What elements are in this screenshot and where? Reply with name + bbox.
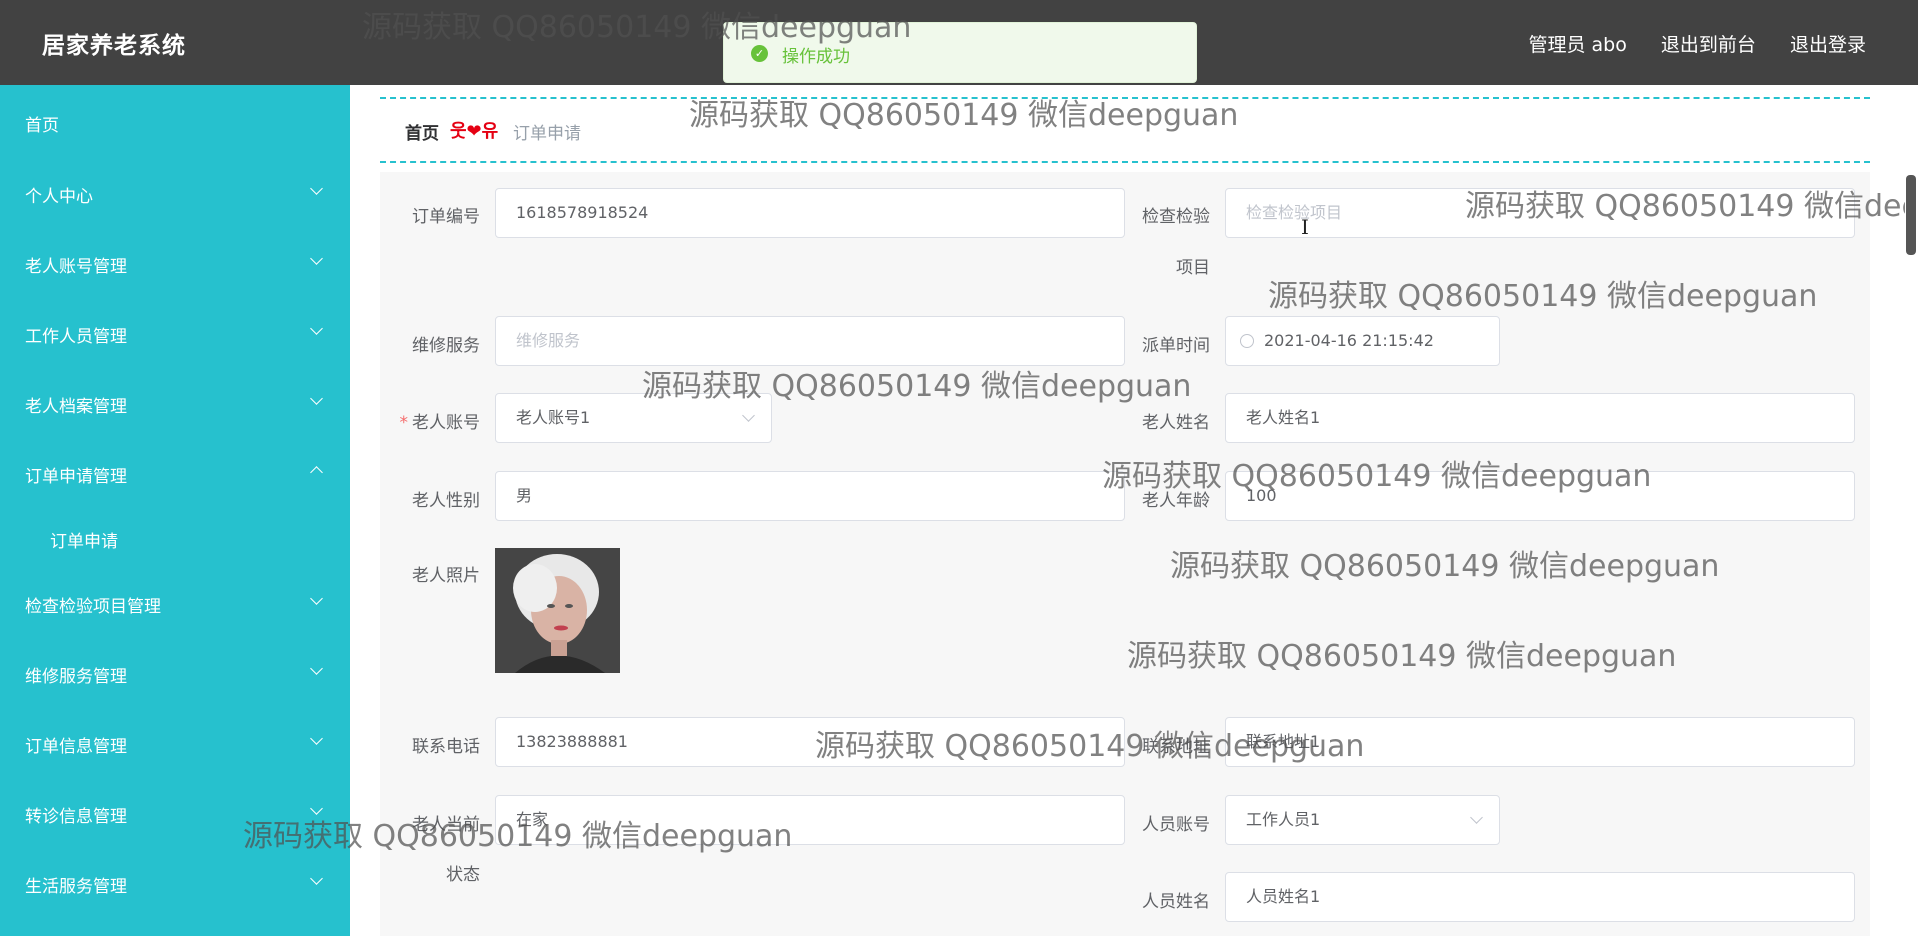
elder-name-label: 老人姓名 bbox=[1142, 413, 1210, 433]
sidebar-item-elder-accounts[interactable]: 老人账号管理 bbox=[25, 252, 127, 277]
sidebar-item-referral-info[interactable]: 转诊信息管理 bbox=[25, 802, 127, 827]
chevron-up-icon bbox=[310, 466, 323, 479]
elder-gender-label: 老人性别 bbox=[412, 491, 480, 511]
sidebar-item-staff[interactable]: 工作人员管理 bbox=[25, 322, 127, 347]
breadcrumb-current: 订单申请 bbox=[513, 124, 581, 144]
elder-age-label: 老人年龄 bbox=[1142, 491, 1210, 511]
staff-account-value: 工作人员1 bbox=[1246, 810, 1321, 829]
address-input[interactable]: 联系地址1 bbox=[1225, 717, 1855, 767]
breadcrumb: 首页 웃❤유 订单申请 bbox=[380, 97, 1870, 163]
check-item-label: 检查检验 bbox=[1142, 207, 1210, 227]
staff-name-label: 人员姓名 bbox=[1142, 892, 1210, 912]
header-actions: 管理员 abo 退出到前台 退出登录 bbox=[1501, 30, 1867, 57]
sidebar-item-personal-center[interactable]: 个人中心 bbox=[25, 182, 93, 207]
elder-age-input[interactable]: 100 bbox=[1225, 471, 1855, 521]
chevron-down-icon bbox=[310, 252, 323, 265]
breadcrumb-home[interactable]: 首页 bbox=[405, 119, 439, 144]
sidebar-item-inspection-items[interactable]: 检查检验项目管理 bbox=[25, 592, 161, 617]
sidebar-item-life-services[interactable]: 生活服务管理 bbox=[25, 872, 127, 897]
address-label: 联系地址 bbox=[1142, 737, 1210, 757]
elder-name-input[interactable]: 老人姓名1 bbox=[1225, 393, 1855, 443]
sidebar-item-order-requests[interactable]: 订单申请管理 bbox=[25, 462, 127, 487]
chevron-down-icon bbox=[310, 592, 323, 605]
sidebar-item-home[interactable]: 首页 bbox=[25, 111, 59, 136]
required-mark: * bbox=[399, 413, 409, 433]
elder-account-label-text: 老人账号 bbox=[412, 413, 480, 433]
phone-label: 联系电话 bbox=[412, 737, 480, 757]
elder-photo[interactable] bbox=[495, 548, 620, 673]
sidebar-subitem-order-request[interactable]: 订单申请 bbox=[50, 527, 118, 552]
elder-status-input[interactable]: 在家 bbox=[495, 795, 1125, 845]
staff-name-input[interactable]: 人员姓名1 bbox=[1225, 872, 1855, 922]
sidebar-item-order-info[interactable]: 订单信息管理 bbox=[25, 732, 127, 757]
chevron-down-icon bbox=[310, 392, 323, 405]
elder-account-select[interactable]: 老人账号1 bbox=[495, 393, 772, 443]
chevron-down-icon bbox=[310, 182, 323, 195]
elder-status-label: 老人当前 bbox=[412, 815, 480, 835]
dispatch-time-value: 2021-04-16 21:15:42 bbox=[1264, 331, 1434, 350]
check-item-label-line2: 项目 bbox=[1176, 258, 1210, 278]
elder-gender-input[interactable]: 男 bbox=[495, 471, 1125, 521]
sidebar-item-elder-records[interactable]: 老人档案管理 bbox=[25, 392, 127, 417]
staff-account-select[interactable]: 工作人员1 bbox=[1225, 795, 1500, 845]
chevron-down-icon bbox=[310, 732, 323, 745]
exit-to-front-link[interactable]: 退出到前台 bbox=[1661, 34, 1756, 56]
chevron-down-icon bbox=[310, 872, 323, 885]
dispatch-time-label: 派单时间 bbox=[1142, 336, 1210, 356]
elder-status-label-line2: 状态 bbox=[446, 865, 480, 885]
breadcrumb-separator: 웃❤유 bbox=[450, 121, 499, 142]
chevron-down-icon bbox=[742, 409, 755, 422]
order-no-label: 订单编号 bbox=[412, 207, 480, 227]
dispatch-time-picker[interactable]: 2021-04-16 21:15:42 bbox=[1225, 316, 1500, 366]
sidebar-menu: 首页 个人中心 老人账号管理 工作人员管理 老人档案管理 订单申请管理 订单申请… bbox=[0, 85, 350, 936]
elder-photo-label: 老人照片 bbox=[412, 566, 480, 586]
phone-input[interactable]: 13823888881 bbox=[495, 717, 1125, 767]
success-toast: ✓ 操作成功 bbox=[723, 22, 1197, 83]
repair-service-label: 维修服务 bbox=[412, 336, 480, 356]
elder-account-value: 老人账号1 bbox=[516, 408, 591, 427]
chevron-down-icon bbox=[310, 802, 323, 815]
success-check-icon: ✓ bbox=[751, 45, 768, 62]
staff-account-label: 人员账号 bbox=[1142, 815, 1210, 835]
chevron-down-icon bbox=[1470, 811, 1483, 824]
app-title: 居家养老系统 bbox=[42, 33, 186, 59]
check-item-input[interactable]: 检查检验项目 bbox=[1225, 188, 1855, 238]
admin-user-label: 管理员 abo bbox=[1528, 34, 1627, 56]
elder-account-label: * 老人账号 bbox=[380, 408, 481, 433]
text-cursor-icon: I bbox=[1301, 215, 1309, 239]
elder-portrait-image bbox=[495, 548, 620, 673]
page-scrollbar[interactable] bbox=[1906, 175, 1916, 255]
repair-service-input[interactable]: 维修服务 bbox=[495, 316, 1125, 366]
chevron-down-icon bbox=[310, 662, 323, 675]
logout-link[interactable]: 退出登录 bbox=[1790, 34, 1866, 56]
toast-message: 操作成功 bbox=[782, 47, 850, 67]
sidebar-item-repair-services[interactable]: 维修服务管理 bbox=[25, 662, 127, 687]
clock-icon bbox=[1240, 334, 1254, 348]
chevron-down-icon bbox=[310, 322, 323, 335]
order-no-input[interactable]: 1618578918524 bbox=[495, 188, 1125, 238]
